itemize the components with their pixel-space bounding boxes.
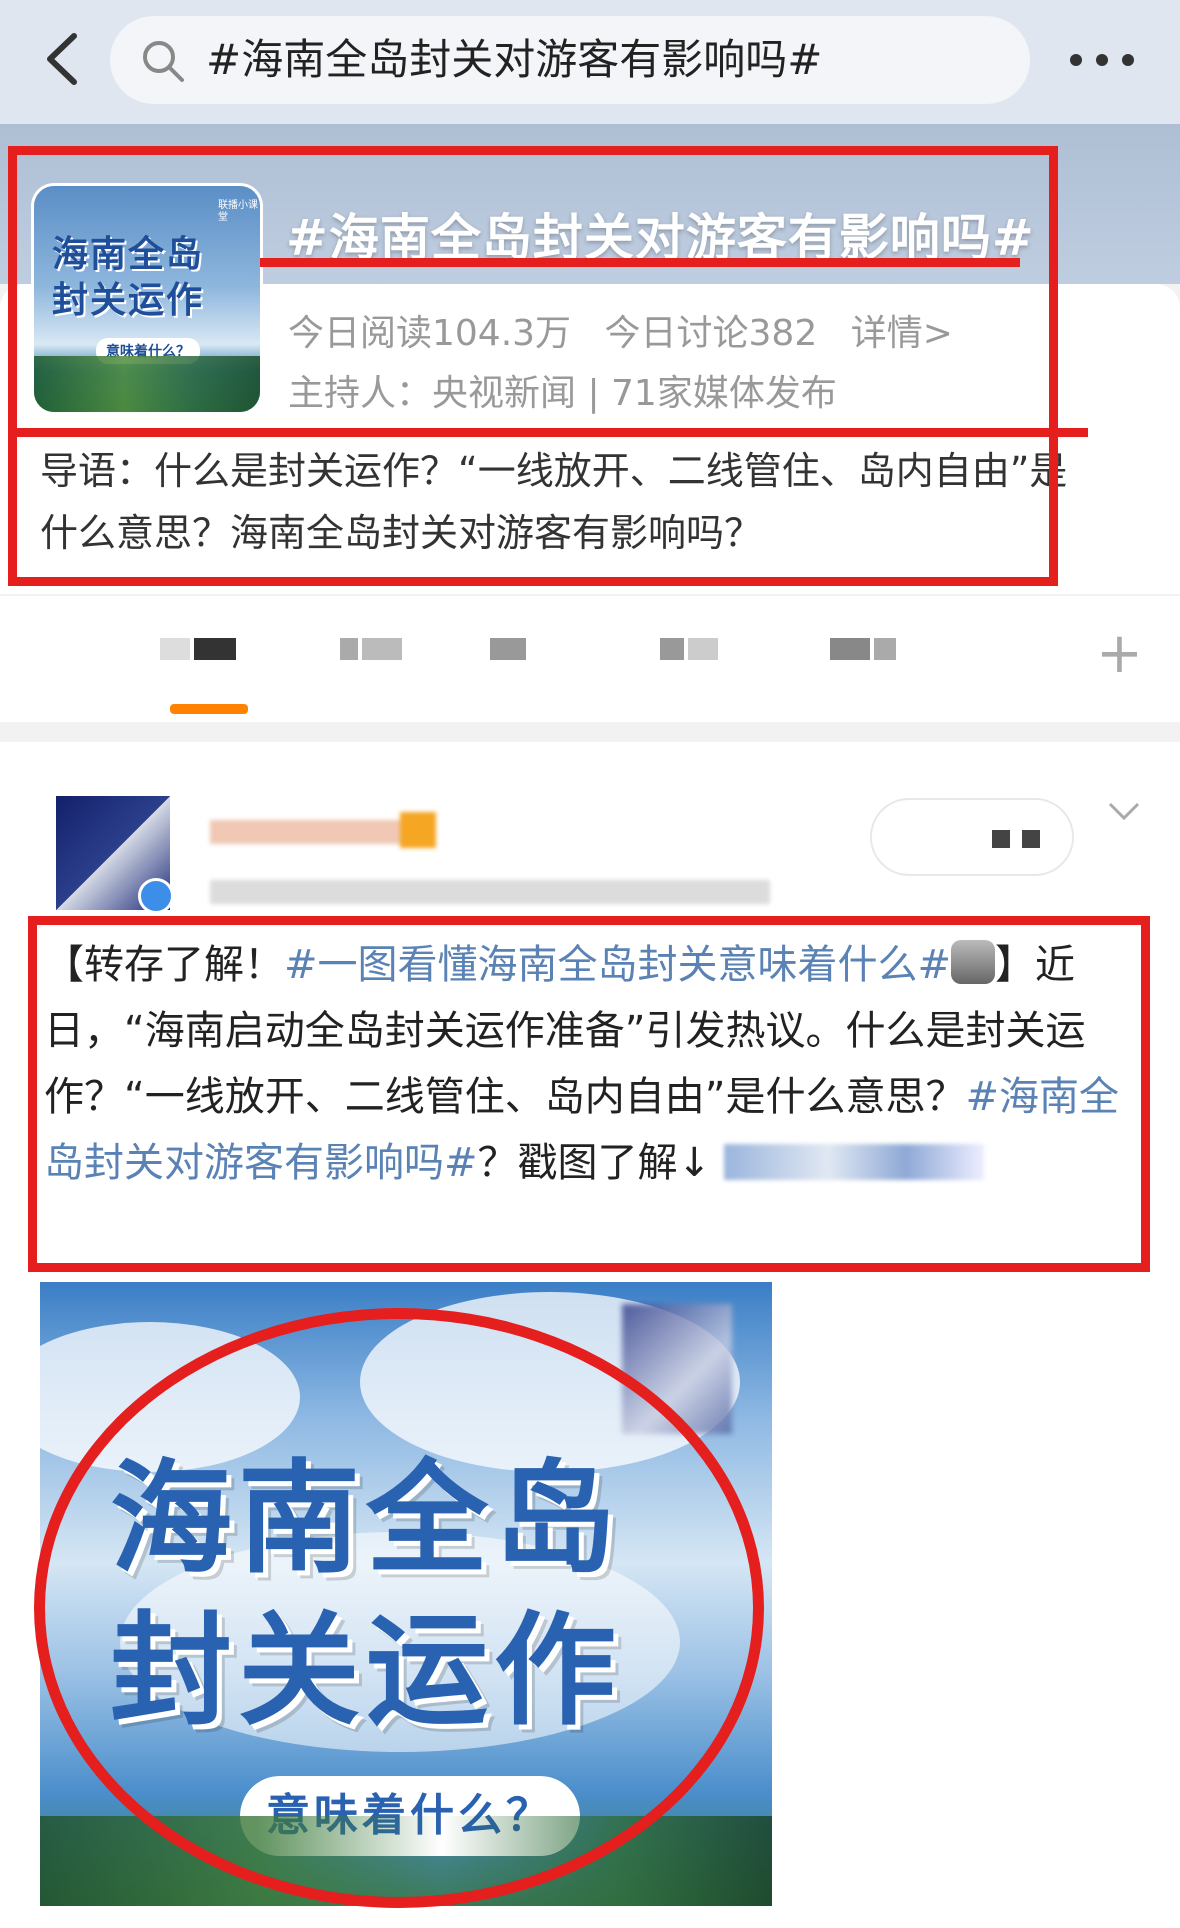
search-icon xyxy=(143,41,184,82)
tab-3[interactable] xyxy=(490,638,530,682)
back-arrow-icon[interactable] xyxy=(34,26,94,92)
annotation-box-post-text xyxy=(28,916,1150,1272)
annotation-underline-title xyxy=(260,258,1020,267)
annotation-box-topic xyxy=(8,146,1058,586)
follow-button[interactable] xyxy=(870,798,1074,876)
top-nav-bar: #海南全岛封关对游客有影响吗# xyxy=(0,0,1180,124)
tab-1[interactable] xyxy=(160,638,240,682)
tab-2[interactable] xyxy=(340,638,406,682)
post-meta-obscured xyxy=(210,880,770,904)
active-tab-indicator xyxy=(170,704,248,714)
tab-5[interactable] xyxy=(830,638,900,682)
username-obscured[interactable] xyxy=(210,820,430,844)
topic-tab-bar: + xyxy=(0,596,1180,722)
search-bar[interactable]: #海南全岛封关对游客有影响吗# xyxy=(110,16,1030,104)
chevron-down-icon[interactable] xyxy=(1106,800,1142,824)
verified-badge-icon xyxy=(138,878,174,914)
member-badge-icon xyxy=(400,812,436,848)
plus-icon[interactable]: + xyxy=(1096,626,1143,682)
avatar[interactable] xyxy=(56,796,174,914)
annotation-oval-image xyxy=(34,1308,764,1908)
more-options-icon[interactable] xyxy=(1070,36,1150,84)
search-query-text: #海南全岛封关对游客有影响吗# xyxy=(206,35,823,84)
annotation-divider-line xyxy=(8,428,1088,437)
tab-4[interactable] xyxy=(660,638,722,682)
